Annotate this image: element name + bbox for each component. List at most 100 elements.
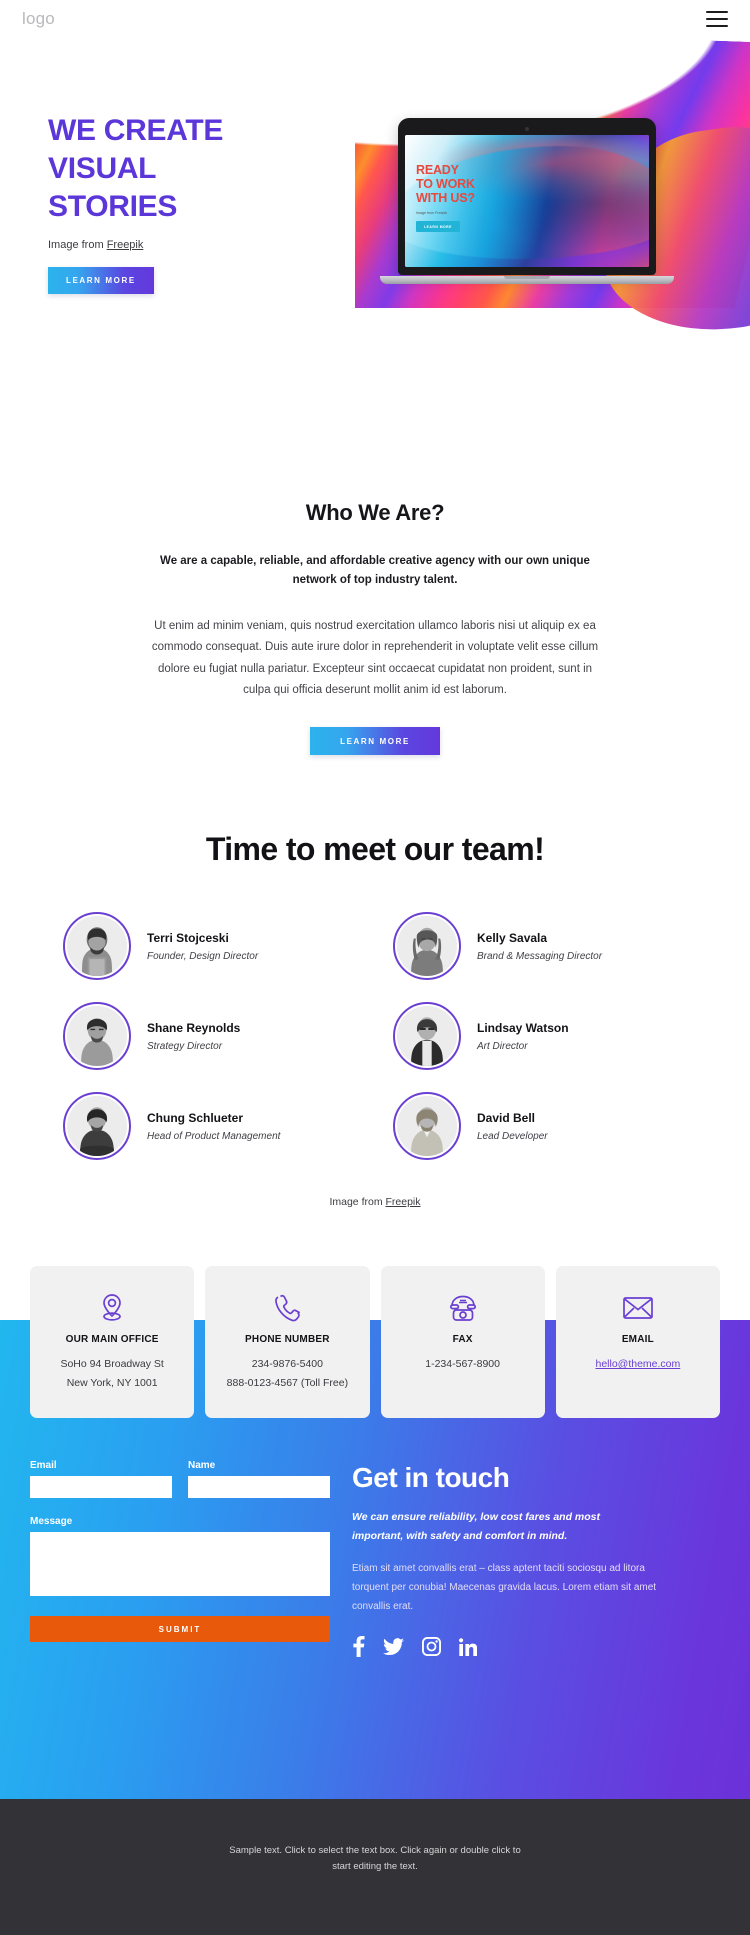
avatar [67,916,127,977]
team-credit-link[interactable]: Freepik [386,1196,421,1208]
team-member-info: Lindsay Watson Art Director [477,1021,569,1052]
contact-card-line1: SoHo 94 Broadway St [60,1358,164,1371]
laptop-camera-icon [525,127,529,131]
contact-card-office: OUR MAIN OFFICE SoHo 94 Broadway St New … [30,1266,195,1419]
team-member[interactable]: David Bell Lead Developer [375,1092,705,1161]
hero-image-credit: Image from Freepik [48,239,348,251]
portrait-icon [397,1096,457,1157]
page-root: logo READY TO WORK WITH US? Image from F… [0,0,750,1935]
contact-card-label: PHONE NUMBER [245,1334,330,1346]
team-member-role: Founder, Design Director [147,950,259,962]
hamburger-bar [706,11,728,13]
avatar [67,1006,127,1067]
contact-card-value: 1-234-567-8900 [391,1355,535,1373]
laptop-screen-title-line3: WITH US? [416,191,475,205]
facebook-icon[interactable] [352,1636,365,1658]
who-we-are-body: Ut enim ad minim veniam, quis nostrud ex… [151,619,599,697]
social-links [352,1636,720,1658]
avatar [397,1096,457,1157]
avatar-ring [63,1002,131,1071]
portrait-icon [67,1096,127,1157]
message-field-group: Message [30,1516,330,1597]
laptop-screen: READY TO WORK WITH US? Image from Freepi… [405,135,649,267]
email-input[interactable] [30,1476,172,1499]
team-member[interactable]: Kelly Savala Brand & Messaging Director [375,912,705,981]
avatar-ring [63,1092,131,1161]
hamburger-bar [706,18,728,20]
hero-title-line3: STORIES [48,189,178,223]
portrait-icon [67,916,127,977]
site-header: logo [0,0,750,38]
email-field-group: Email [30,1460,172,1499]
email-label: Email [30,1460,57,1472]
team-member-role: Lead Developer [477,1130,548,1142]
message-input[interactable] [30,1532,330,1597]
footer-sample-text[interactable]: Sample text. Click to select the text bo… [225,1843,525,1875]
contact-card-line1: 234-9876-5400 [251,1358,323,1371]
get-in-touch-copy: Get in touch We can ensure reliability, … [352,1460,720,1658]
location-pin-icon [40,1288,184,1328]
contact-card-line2: 888-0123-4567 (Toll Free) [226,1376,349,1389]
team-member-name: David Bell [477,1110,536,1125]
contact-card-label: FAX [452,1334,473,1346]
who-we-are-lead: We are a capable, reliable, and affordab… [160,555,590,586]
who-learn-more-button[interactable]: LEARN MORE [310,727,440,756]
contact-card-value: hello@theme.com [566,1355,710,1373]
linkedin-icon[interactable] [459,1637,477,1656]
who-we-are-title: Who We Are? [305,500,445,525]
message-label: Message [30,1516,73,1528]
team-member[interactable]: Chung Schlueter Head of Product Manageme… [45,1092,375,1161]
laptop-screen-caption: Image from Freepik [416,211,448,215]
hero-section: READY TO WORK WITH US? Image from Freepi… [0,0,750,400]
laptop-screen-cta: LEARN MORE [416,221,460,232]
hero-credit-prefix: Image from [48,239,107,252]
contact-card-line1: 1-234-567-8900 [425,1358,500,1371]
contact-card-fax: FAX 1-234-567-8900 [380,1266,545,1419]
team-member-info: Shane Reynolds Strategy Director [147,1021,240,1052]
site-footer: Sample text. Click to select the text bo… [0,1799,750,1935]
laptop-screen-content: READY TO WORK WITH US? Image from Freepi… [416,163,536,232]
get-in-touch-row: Email Name Message SUBMIT Get in touch W… [30,1418,720,1658]
email-link[interactable]: hello@theme.com [595,1358,680,1370]
laptop-base [380,276,674,284]
team-member-info: David Bell Lead Developer [477,1111,548,1142]
site-logo[interactable]: logo [22,9,55,29]
contact-card-value: 234-9876-5400 888-0123-4567 (Toll Free) [215,1355,359,1392]
twitter-icon[interactable] [383,1637,404,1656]
team-image-credit: Image from Freepik [0,1196,750,1208]
name-field-group: Name [188,1460,330,1499]
phone-handset-icon [215,1288,359,1328]
team-member-name: Kelly Savala [477,930,548,945]
contact-card-label: OUR MAIN OFFICE [65,1334,159,1346]
portrait-icon [397,916,457,977]
hero-copy: WE CREATE VISUAL STORIES Image from Free… [48,112,348,295]
get-in-touch-lead: We can ensure reliability, low cost fare… [352,1511,600,1542]
hero-title: WE CREATE VISUAL STORIES [48,112,348,225]
avatar [67,1096,127,1157]
avatar [397,916,457,977]
team-member-name: Terri Stojceski [147,930,229,945]
laptop-screen-title-line2: TO WORK [416,177,475,191]
contact-card-email: EMAIL hello@theme.com [555,1266,720,1419]
instagram-icon[interactable] [422,1637,441,1657]
hero-laptop-mockup: READY TO WORK WITH US? Image from Freepi… [380,118,674,284]
get-in-touch-title: Get in touch [352,1462,510,1494]
team-member-role: Head of Product Management [147,1130,281,1142]
team-member[interactable]: Shane Reynolds Strategy Director [45,1002,375,1071]
hero-credit-link[interactable]: Freepik [107,239,144,251]
team-member-role: Brand & Messaging Director [477,950,603,962]
team-title: Time to meet our team! [205,831,545,868]
contact-form: Email Name Message SUBMIT [30,1460,330,1643]
avatar-ring [393,912,461,981]
team-member[interactable]: Lindsay Watson Art Director [375,1002,705,1071]
name-input[interactable] [188,1476,330,1499]
team-credit-prefix: Image from [329,1196,386,1209]
team-member[interactable]: Terri Stojceski Founder, Design Director [45,912,375,981]
avatar-ring [393,1092,461,1161]
portrait-icon [397,1006,457,1067]
submit-button[interactable]: SUBMIT [30,1616,330,1643]
contact-info-cards: OUR MAIN OFFICE SoHo 94 Broadway St New … [30,1260,720,1419]
hamburger-icon[interactable] [706,11,728,27]
hero-learn-more-button[interactable]: LEARN MORE [48,267,154,295]
fax-machine-icon [391,1288,535,1328]
